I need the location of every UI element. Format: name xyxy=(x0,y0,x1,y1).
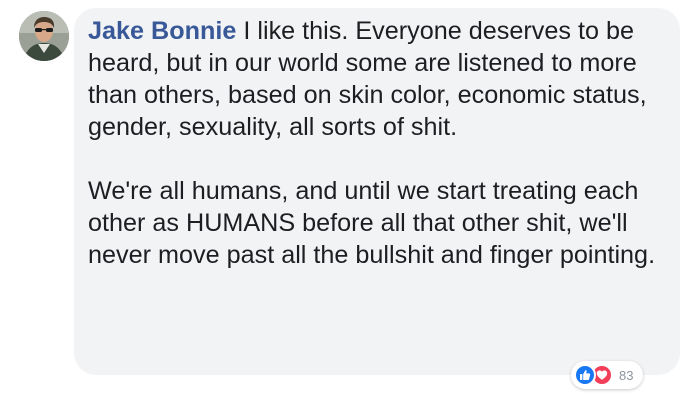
comment-paragraph-1: Jake Bonnie I like this. Everyone deserv… xyxy=(88,15,672,143)
comment-bubble: Jake Bonnie I like this. Everyone deserv… xyxy=(74,8,680,375)
comment-body: Jake Bonnie I like this. Everyone deserv… xyxy=(88,15,672,271)
comment-paragraph-2: We're all humans, and until we start tre… xyxy=(88,177,656,269)
profile-photo xyxy=(19,11,69,61)
reaction-count: 83 xyxy=(619,367,634,383)
like-icon xyxy=(574,364,596,386)
reactions-summary[interactable]: 83 xyxy=(571,361,644,389)
avatar[interactable] xyxy=(19,11,69,61)
author-name-link[interactable]: Jake Bonnie xyxy=(88,17,236,45)
comment-screenshot: Jake Bonnie I like this. Everyone deserv… xyxy=(0,0,700,402)
